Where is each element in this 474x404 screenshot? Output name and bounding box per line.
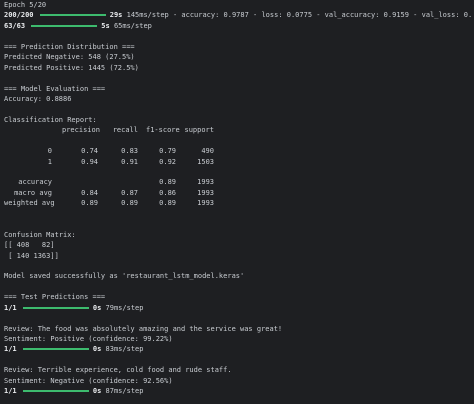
terminal-output[interactable]: Epoch 5/20 200/200 29s 145ms/step - accu… [4,0,472,404]
train-progress-bar [39,14,106,17]
report-cell-label: 0 [47,147,52,156]
train-steps: 200/200 [4,11,34,20]
report-cell-label: 1 [47,157,52,166]
test-time: 0s [92,303,102,312]
test-rate: 83ms/step [105,345,144,354]
test-rate: 79ms/step [105,303,144,312]
report-row: accuracy 0.89 1993 [4,177,472,187]
review-line: Review: Terrible experience, cold food a… [4,366,232,375]
pred-dist-header: === Prediction Distribution === [4,42,135,51]
report-header-row: precision recall f1-score support [4,125,472,135]
report-cell-recall: 0.87 [121,188,138,197]
test-rate: 87ms/step [105,387,144,396]
pred-steps: 63/63 [4,21,26,30]
report-cell-f1: 0.86 [159,188,176,197]
test-progress-line: 1/1 0s 87ms/step [4,386,472,396]
report-cell-support: 1993 [197,188,214,197]
report-cell-recall: 0.89 [121,199,138,208]
pred-rate: 65ms/step [113,21,152,30]
test-progress-bar [22,348,89,351]
report-header-support: support [184,126,214,135]
confusion-row-2: [ 140 1363]] [4,251,59,260]
test-time: 0s [92,387,102,396]
test-steps: 1/1 [4,303,17,312]
pred-progress-bar [31,24,98,27]
pred-positive-line: Predicted Positive: 1445 (72.5%) [4,63,139,72]
report-row: 1 0.94 0.91 0.92 1503 [4,157,472,167]
test-progress-bar [22,390,89,393]
report-cell-recall: 0.83 [121,147,138,156]
accuracy-line: Accuracy: 0.8886 [4,94,72,103]
test-progress-line: 1/1 0s 79ms/step [4,303,472,313]
report-cell-support: 1993 [197,199,214,208]
test-progress-line: 1/1 0s 83ms/step [4,344,472,354]
report-cell-precision: 0.89 [81,199,98,208]
epoch-line: Epoch 5/20 [4,1,47,9]
pred-progress-line: 63/63 5s 65ms/step [4,21,472,31]
sentiment-line: Sentiment: Negative (confidence: 92.56%) [4,376,173,385]
report-title: Classification Report: [4,115,97,124]
sentiment-line: Sentiment: Positive (confidence: 99.22%) [4,335,173,343]
report-cell-support: 1503 [197,157,214,166]
report-header-precision: precision [62,126,100,135]
report-header-recall: recall [112,126,138,135]
report-cell-f1: 0.89 [159,178,176,187]
pred-time: 5s [101,21,110,30]
report-header-f1: f1-score [146,126,180,135]
test-progress-bar [22,306,89,309]
report-row: macro avg 0.84 0.87 0.86 1993 [4,188,472,198]
model-saved-line: Model saved successfully as 'restaurant_… [4,272,245,281]
report-cell-label: macro avg [14,188,52,197]
report-cell-f1: 0.92 [159,157,176,166]
report-cell-support: 1993 [197,178,214,187]
eval-header: === Model Evaluation === [4,84,106,93]
test-time: 0s [92,345,102,354]
report-cell-f1: 0.89 [159,199,176,208]
pred-negative-line: Predicted Negative: 548 (27.5%) [4,53,135,62]
report-cell-precision: 0.94 [81,157,98,166]
report-cell-precision: 0.84 [81,188,98,197]
report-cell-f1: 0.79 [159,147,176,156]
train-time: 29s [109,11,123,20]
test-steps: 1/1 [4,345,17,354]
train-metrics: 145ms/step - accuracy: 0.9787 - loss: 0.… [126,11,472,20]
test-steps: 1/1 [4,387,17,396]
report-cell-support: 490 [201,147,214,156]
confusion-title: Confusion Matrix: [4,230,76,239]
report-row: 0 0.74 0.83 0.79 490 [4,146,472,156]
report-cell-label: weighted avg [4,199,55,208]
report-cell-recall: 0.91 [121,157,138,166]
test-header: === Test Predictions === [4,293,106,302]
report-cell-precision: 0.74 [81,147,98,156]
report-cell-label: accuracy [18,178,52,187]
confusion-row-1: [[ 408 82] [4,241,55,250]
review-line: Review: The food was absolutely amazing … [4,324,283,333]
report-row: weighted avg 0.89 0.89 0.89 1993 [4,198,472,208]
train-progress-line: 200/200 29s 145ms/step - accuracy: 0.978… [4,10,472,20]
